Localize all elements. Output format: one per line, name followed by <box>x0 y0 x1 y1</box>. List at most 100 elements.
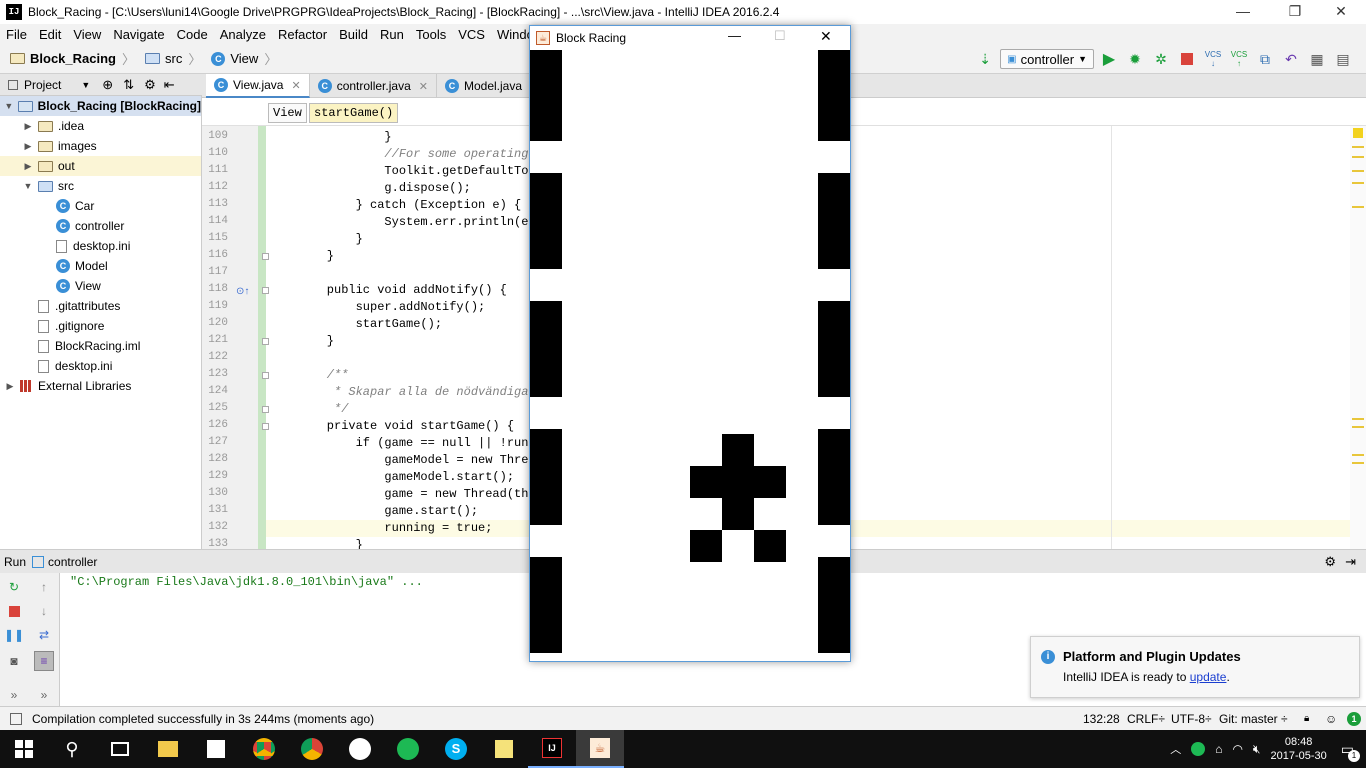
menu-build[interactable]: Build <box>333 27 374 42</box>
task-view-icon[interactable] <box>96 730 144 768</box>
breadcrumb-view[interactable]: C View 〉 <box>211 49 283 68</box>
fold-marker-icon[interactable] <box>262 372 269 379</box>
tree-item-desktop-ini[interactable]: desktop.ini <box>0 356 201 376</box>
file-explorer-icon[interactable] <box>144 730 192 768</box>
rerun-icon[interactable]: ↻ <box>6 579 22 595</box>
project-view-select[interactable]: Project <box>24 78 61 92</box>
tree-item-view[interactable]: C View <box>0 276 201 296</box>
show-hidden-icons[interactable]: ︿ <box>1170 741 1181 757</box>
menu-run[interactable]: Run <box>374 27 410 42</box>
tree-item-gitattributes[interactable]: .gitattributes <box>0 296 201 316</box>
expand-more-icon[interactable]: » <box>6 687 22 703</box>
chrome-icon[interactable] <box>240 730 288 768</box>
dump-threads-icon[interactable]: ◙ <box>6 653 22 669</box>
intellij-taskbar-icon[interactable]: IJ <box>528 730 576 768</box>
fold-marker-icon[interactable] <box>262 338 269 345</box>
close-button[interactable]: ✕ <box>1318 0 1364 24</box>
run-tab-controller[interactable]: controller <box>48 555 97 569</box>
spotify-icon[interactable] <box>384 730 432 768</box>
game-close-button[interactable]: ✕ <box>820 28 832 45</box>
hector-icon[interactable]: ☺ <box>1325 712 1337 726</box>
expand-arrow-icon[interactable]: ▶ <box>4 381 16 392</box>
git-branch[interactable]: Git: master ÷ <box>1219 712 1288 726</box>
warning-mark[interactable] <box>1352 156 1364 158</box>
stop-icon[interactable] <box>1176 48 1198 70</box>
fold-marker-icon[interactable] <box>262 253 269 260</box>
drive-sync-icon[interactable] <box>336 730 384 768</box>
menu-edit[interactable]: Edit <box>33 27 67 42</box>
warning-mark[interactable] <box>1352 426 1364 428</box>
status-message[interactable]: Compilation completed successfully in 3s… <box>32 712 374 726</box>
project-structure-icon[interactable]: ▦ <box>1306 48 1328 70</box>
wifi-icon[interactable]: ◠ <box>1232 742 1242 756</box>
warning-mark[interactable] <box>1352 462 1364 464</box>
game-minimize-button[interactable]: — <box>728 28 741 43</box>
sdk-icon[interactable]: ▤ <box>1332 48 1354 70</box>
expand-arrow-icon[interactable]: ▼ <box>4 101 14 111</box>
warning-mark[interactable] <box>1352 170 1364 172</box>
gear-icon[interactable]: ⚙ <box>144 77 156 93</box>
expand-arrow-icon[interactable]: ▶ <box>22 161 34 172</box>
tab-view-java[interactable]: C View.java ✕ <box>206 74 310 98</box>
game-maximize-button[interactable]: ☐ <box>774 28 786 44</box>
override-marker-icon[interactable]: ⊙↑ <box>236 286 249 297</box>
pause-icon[interactable]: ❚❚ <box>4 627 24 643</box>
warning-mark[interactable] <box>1352 454 1364 456</box>
breadcrumb-method-startgame[interactable]: startGame() <box>309 103 399 123</box>
menu-file[interactable]: File <box>0 27 33 42</box>
expand-more-icon[interactable]: » <box>36 687 52 703</box>
breadcrumb-class-view[interactable]: View <box>268 103 307 123</box>
scroll-from-source-icon[interactable]: ⊕ <box>102 77 113 93</box>
fold-marker-icon[interactable] <box>262 406 269 413</box>
breadcrumb-project[interactable]: Block_Racing 〉 <box>10 49 141 68</box>
hide-panel-icon[interactable]: ⇥ <box>1345 554 1356 570</box>
warning-mark[interactable] <box>1352 206 1364 208</box>
restore-button[interactable]: ❐ <box>1272 0 1318 24</box>
vcs-commit-icon[interactable]: VCS ↑ <box>1228 48 1250 70</box>
soft-wrap-icon[interactable]: ⇄ <box>36 627 52 643</box>
sticky-notes-icon[interactable] <box>480 730 528 768</box>
action-center-icon[interactable]: ▭ 1 <box>1341 741 1360 762</box>
revert-icon[interactable]: ↶ <box>1280 48 1302 70</box>
collapse-all-icon[interactable]: ⇅ <box>123 77 134 93</box>
fold-marker-icon[interactable] <box>262 287 269 294</box>
tree-item-blockracing-iml[interactable]: BlockRacing.iml <box>0 336 201 356</box>
skype-icon[interactable]: S <box>432 730 480 768</box>
scroll-to-end-icon[interactable]: ≡ <box>34 651 54 671</box>
make-project-icon[interactable]: ⇣ <box>974 48 996 70</box>
fold-marker-icon[interactable] <box>262 423 269 430</box>
update-notification[interactable]: i Platform and Plugin Updates IntelliJ I… <box>1030 636 1360 698</box>
gear-icon[interactable]: ⚙ <box>1324 554 1336 570</box>
scroll-up-icon[interactable]: ↑ <box>36 579 52 595</box>
warning-status-icon[interactable] <box>1353 128 1363 138</box>
tree-item-controller[interactable]: Ccontroller <box>0 216 201 236</box>
warning-mark[interactable] <box>1352 146 1364 148</box>
close-tab-icon[interactable]: ✕ <box>419 80 428 93</box>
update-link[interactable]: update <box>1190 670 1227 684</box>
menu-vcs[interactable]: VCS <box>452 27 491 42</box>
menu-refactor[interactable]: Refactor <box>272 27 333 42</box>
warning-mark[interactable] <box>1352 182 1364 184</box>
tree-item-block-racing-blockracing[interactable]: ▼ Block_Racing [BlockRacing] <box>0 96 201 116</box>
debug-icon[interactable]: ✹ <box>1124 48 1146 70</box>
lock-icon[interactable]: 🔒︎ <box>1304 713 1309 724</box>
compare-icon[interactable]: ⧉ <box>1254 48 1276 70</box>
toggle-tool-windows-icon[interactable] <box>10 712 22 725</box>
clock[interactable]: 08:48 2017-05-30 <box>1270 735 1326 763</box>
tree-item-images[interactable]: ▶ images <box>0 136 201 156</box>
stop-icon[interactable] <box>6 603 22 619</box>
tree-item-gitignore[interactable]: .gitignore <box>0 316 201 336</box>
caret-position[interactable]: 132:28 <box>1083 712 1120 726</box>
file-encoding[interactable]: UTF-8÷ <box>1171 712 1212 726</box>
spotify-tray-icon[interactable] <box>1191 742 1206 756</box>
menu-navigate[interactable]: Navigate <box>107 27 170 42</box>
run-config-select[interactable]: ▣ controller ▼ <box>1000 49 1094 69</box>
minimize-button[interactable]: — <box>1220 0 1266 24</box>
expand-arrow-icon[interactable]: ▶ <box>22 141 34 152</box>
tab-controller-java[interactable]: C controller.java ✕ <box>310 74 437 98</box>
tree-item-car[interactable]: C Car <box>0 196 201 216</box>
chrome-icon[interactable] <box>288 730 336 768</box>
menu-analyze[interactable]: Analyze <box>214 27 272 42</box>
run-panel-title[interactable]: Run <box>4 555 26 569</box>
menu-view[interactable]: View <box>67 27 107 42</box>
